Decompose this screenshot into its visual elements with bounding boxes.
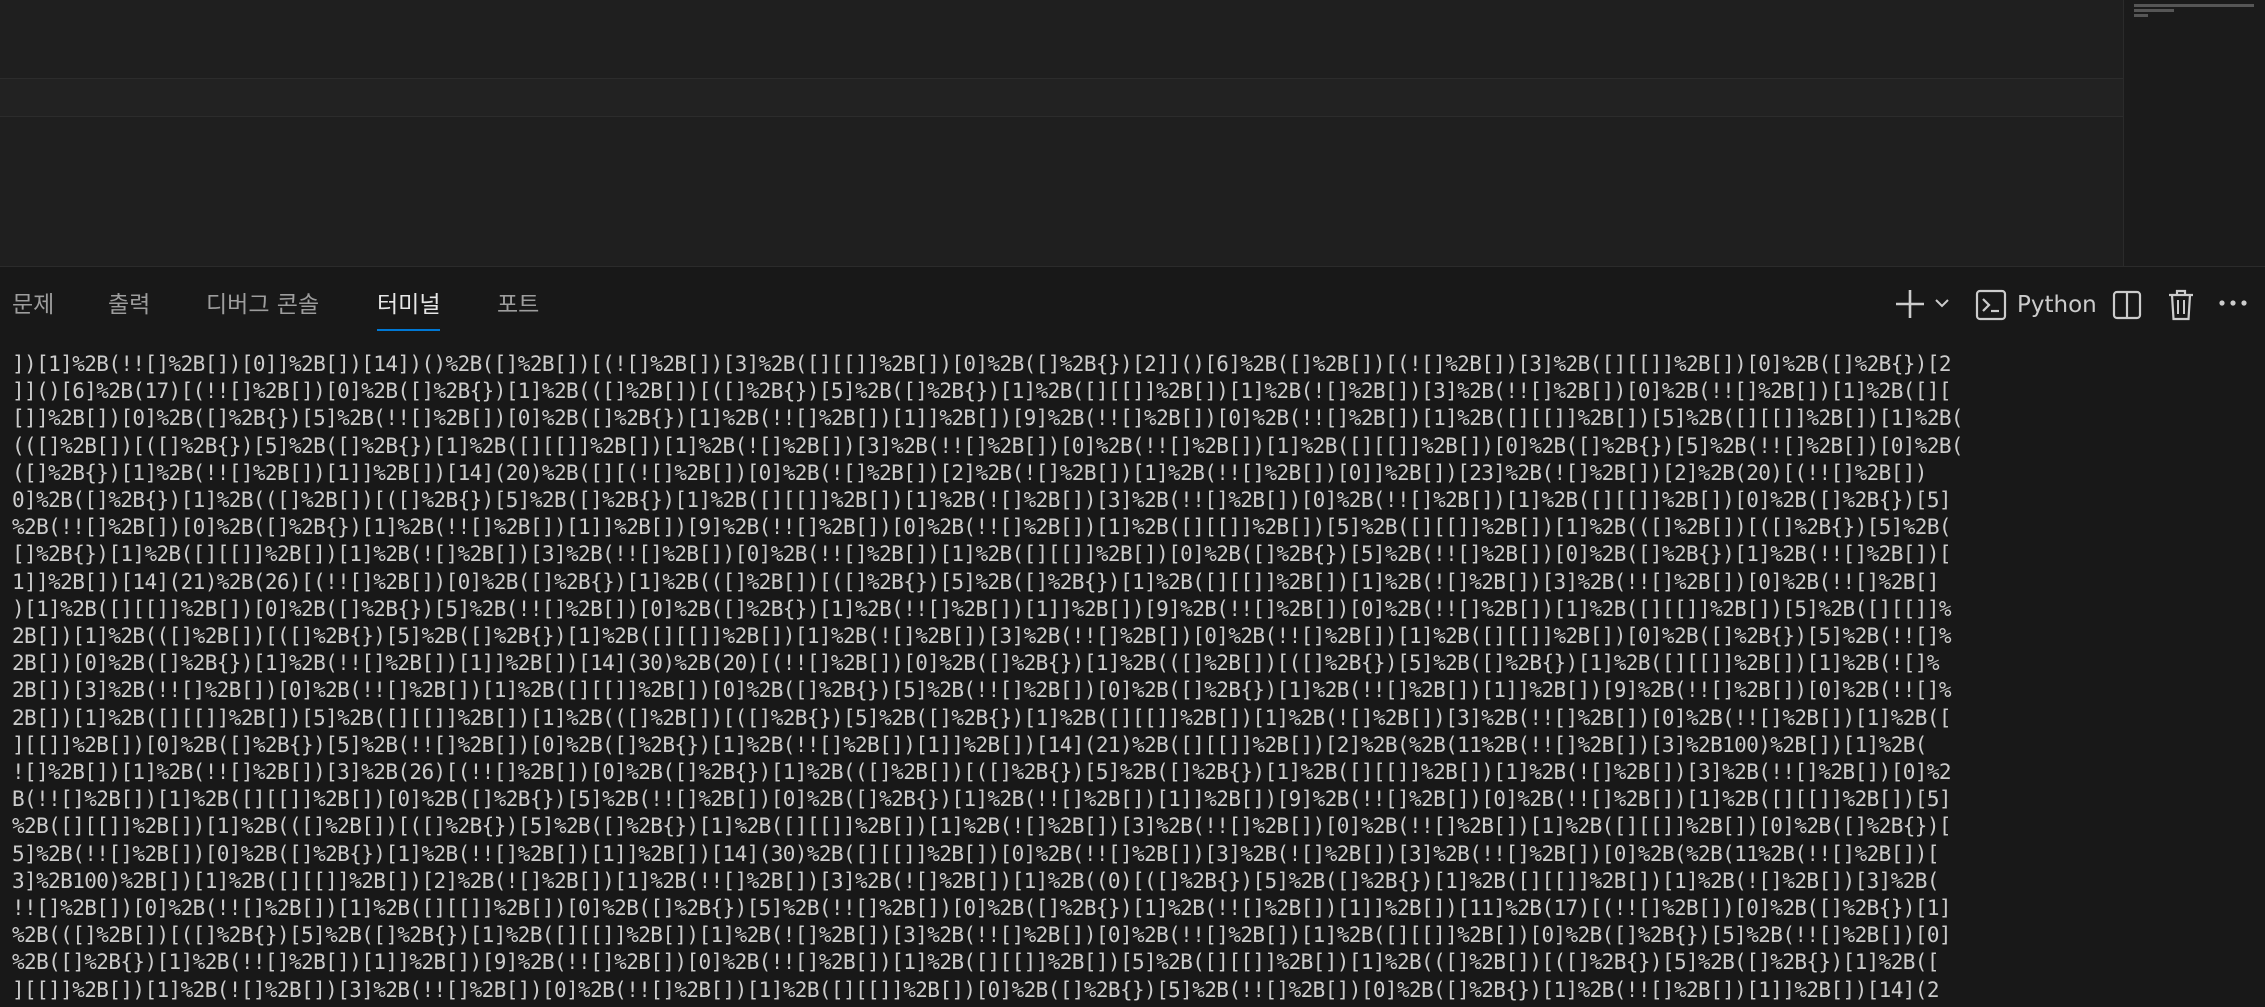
terminal-line: %2B(([]%2B[])[([]%2B{})[5]%2B([]%2B{})[1… [12,923,1952,948]
terminal-line: 3]%2B100)%2B[])[1]%2B([][[]]%2B[])[2]%2B… [12,868,1940,893]
bottom-panel: 문제 출력 디버그 콘솔 터미널 포트 Python])[1]%2B(!![]… [0,266,2265,1007]
terminal-line: []]%2B[])[0]%2B([]%2B{})[5]%2B(!![]%2B[]… [12,406,1964,431]
active-tab-indicator [377,329,441,331]
terminal-line: %2B([][[]]%2B[])[1]%2B(([]%2B[])[([]%2B{… [12,814,1952,839]
tab-problems[interactable]: 문제 [12,289,54,321]
terminal-output[interactable]: ])[1]%2B(!![]%2B[])[0]]%2B[])[14])()%2B(… [0,351,2265,1007]
terminal-line: ][[]]%2B[])[1]%2B(![]%2B[])[3]%2B(!![]%2… [12,977,1940,1002]
plus-icon[interactable] [1893,286,1927,322]
terminal-line: (([]%2B[])[([]%2B{})[5]%2B([]%2B{})[1]%2… [12,433,1964,458]
terminal-line: ][[]]%2B[])[0]%2B([]%2B{})[5]%2B(!![]%2B… [12,732,1927,757]
panel-header: 문제 출력 디버그 콘솔 터미널 포트 Python [0,267,2265,341]
minimap[interactable] [2123,0,2265,266]
terminal-line: !![]%2B[])[0]%2B(!![]%2B[])[1]%2B([][[]]… [12,896,1952,920]
tab-label: 디버그 콘솔 [206,292,320,318]
terminal-line: 5]%2B(!![]%2B[])[0]%2B([]%2B{})[1]%2B(!!… [12,841,1940,866]
tab-debug-console[interactable]: 디버그 콘솔 [206,289,319,321]
tab-label: 출력 [108,292,151,318]
tab-output[interactable]: 출력 [108,289,150,321]
code-editor[interactable]: 1 a = "[][(![]+[])[+[]]+(![]+[])[!+[]+!+… [0,0,2265,266]
terminal-line: 2B[])[1]%2B([][[]]%2B[])[5]%2B([][[]]%2B… [12,705,1952,730]
terminal-line: ([]%2B{})[1]%2B(!![]%2B[])[1]]%2B[])[14]… [12,460,1927,485]
terminal-line: 0]%2B([]%2B{})[1]%2B(([]%2B[])[([]%2B{})… [12,488,1952,512]
split-icon[interactable] [2111,289,2143,325]
terminal-line: ])[1]%2B(!![]%2B[])[0]]%2B[])[14])()%2B(… [12,352,1952,376]
terminal-line: 2B[])[0]%2B([]%2B{})[1]%2B(!![]%2B[])[1]… [12,651,1940,676]
terminal-line: 2B[])[1]%2B(([]%2B[])[([]%2B{})[5]%2B([]… [12,624,1952,648]
minimap-line [2134,9,2174,12]
terminal-line: ]]()[6]%2B(17)[(!![]%2B[])[0]%2B([]%2B{}… [12,379,1952,404]
terminal-line: ![]%2B[])[1]%2B(!![]%2B[])[3]%2B(26)[(!!… [12,760,1952,784]
terminal-line: []%2B{})[1]%2B([][[]]%2B[])[1]%2B(![]%2B… [12,542,1952,567]
tab-label: 포트 [497,292,540,318]
ellipsis-icon[interactable] [2218,295,2248,331]
tab-terminal[interactable]: 터미널 [377,289,441,331]
code-line-2[interactable]: 2 a = a.replace("+", '%2B') [0,39,2123,78]
code-line-1[interactable]: 1 a = "[][(![]+[])[+[]]+(![]+[])[!+[]+!+… [0,0,2123,39]
terminal-line: %2B(!![]%2B[])[0]%2B([]%2B{})[1]%2B(!![]… [12,515,1952,540]
terminal-line: B(!![]%2B[])[1]%2B([][[]]%2B[])[0]%2B([]… [12,787,1952,812]
trash-icon[interactable] [2166,288,2196,324]
terminal-line: )[1]%2B([][[]]%2B[])[0]%2B([]%2B{})[5]%2… [12,596,1952,621]
chevron-down-icon[interactable] [1933,294,1951,330]
terminal-line: 1]]%2B[])[14](21)%2B(26)[(!![]%2B[])[0]%… [12,569,1940,594]
terminal-icon[interactable] [1975,289,2007,325]
tab-label: 문제 [12,292,55,318]
tab-ports[interactable]: 포트 [497,289,539,321]
code-area[interactable]: 1 a = "[][(![]+[])[+[]]+(![]+[])[!+[]+!+… [0,0,2123,266]
terminal-profile-label[interactable]: Python [2017,291,2097,319]
minimap-line [2134,14,2148,17]
minimap-line [2134,4,2254,7]
terminal-line: %2B([]%2B{})[1]%2B(!![]%2B[])[1]]%2B[])[… [12,950,1940,975]
code-line-3[interactable]: 3 print(a) [0,78,2123,117]
tab-label: 터미널 [377,292,441,318]
terminal-line: 2B[])[3]%2B(!![]%2B[])[0]%2B(!![]%2B[])[… [12,678,1952,703]
